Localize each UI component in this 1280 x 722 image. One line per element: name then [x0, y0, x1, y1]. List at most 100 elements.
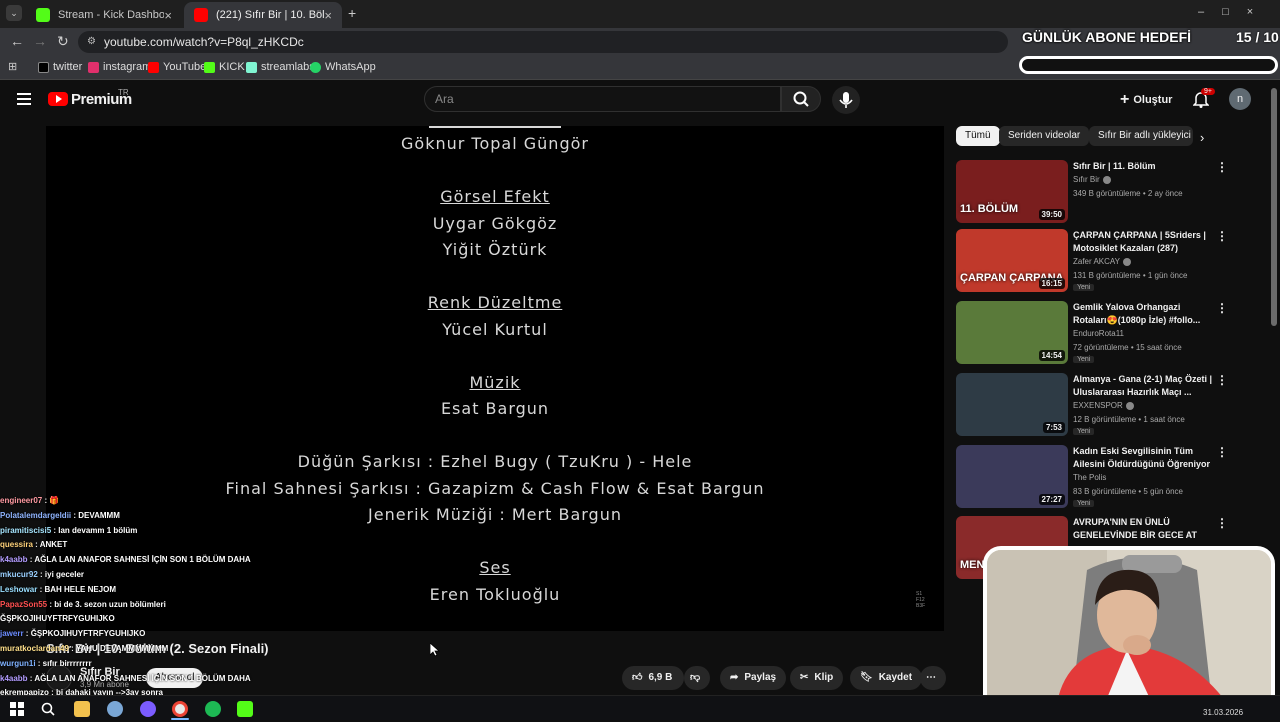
stream-chat-overlay: engineer07 : 🎁 Polatalemdargeldii : DEVAM… [0, 494, 300, 716]
chevron-right-icon[interactable]: › [1200, 130, 1204, 145]
video-title[interactable]: Sıfır Bir | 11. Bölüm [1073, 160, 1213, 173]
video-title[interactable]: Gemlik Yalova Orhangazi Rotaları😍(1080p … [1073, 301, 1213, 327]
youtube-header: Premium TR Ara + Oluştur 9+ n [0, 80, 1270, 120]
chat-username: k4aabb [0, 555, 28, 565]
clip-button[interactable]: ✂ Klip [790, 666, 844, 690]
chat-username: mkucur92 [0, 569, 38, 579]
chat-separator: : [35, 658, 43, 668]
recommended-video[interactable]: 11. BÖLÜM 39:50 Sıfır Bir | 11. Bölüm Sıfır… [956, 160, 1228, 226]
avatar[interactable]: n [1229, 88, 1251, 110]
browser-tab-youtube[interactable]: (221) Sıfır Bir | 10. Bölüm (2. Se × [184, 2, 342, 28]
search-input[interactable]: Ara [424, 86, 781, 112]
bookmark-youtube[interactable]: YouTube [148, 61, 206, 73]
apps-icon[interactable]: ⊞ [8, 60, 17, 73]
chat-message: wurgun1i : sıfır birrrrrrrr [0, 657, 300, 672]
save-button[interactable]: 🔖︎ Kaydet [850, 666, 923, 690]
video-title[interactable]: Kadın Eski Sevgilisinin Tüm Ailesini Öld… [1073, 445, 1213, 471]
chat-text: YAHU DEVAMMMMMMM [75, 643, 169, 653]
recommended-video[interactable]: ÇARPAN ÇARPANA 16:15 ÇARPAN ÇARPANA | 5Sri… [956, 229, 1228, 295]
credit-line: Göknur Topal Güngör [401, 134, 589, 153]
bookmark-twitter[interactable]: twitter [38, 61, 82, 73]
video-channel[interactable]: EnduroRota11 [1073, 329, 1124, 338]
more-vert-icon[interactable]: ⋮ [1216, 445, 1228, 459]
like-button[interactable]: 👍︎ 6,9 B [622, 666, 684, 690]
video-channel[interactable]: The Polis [1073, 473, 1106, 482]
channel-label: EnduroRota11 [1073, 329, 1124, 338]
discord-icon[interactable] [140, 701, 156, 717]
plus-icon: + [1120, 91, 1130, 108]
video-thumbnail[interactable]: 14:54 [956, 301, 1068, 364]
video-channel[interactable]: Zafer AKCAY [1073, 257, 1131, 266]
bookmark-streamlabs[interactable]: streamlabs [246, 61, 315, 73]
taskbar-date: 31.03.2026 [1203, 708, 1244, 717]
bookmark-whatsapp[interactable]: WhatsApp [310, 61, 376, 73]
youtube-icon [148, 61, 159, 73]
back-icon[interactable]: ← [10, 33, 24, 49]
whatsapp-icon [310, 61, 321, 73]
chat-message: Leshowar : BAH HELE NEJOM [0, 583, 300, 598]
more-actions-button[interactable]: ⋯ [920, 666, 946, 690]
close-icon[interactable]: × [324, 8, 332, 23]
search-icon[interactable] [40, 701, 56, 717]
video-thumbnail[interactable]: 11. BÖLÜM 39:50 [956, 160, 1068, 223]
video-thumbnail[interactable]: 7:53 [956, 373, 1068, 436]
youtube-logo-icon[interactable] [48, 92, 68, 106]
windows-start-icon[interactable] [9, 701, 25, 717]
more-vert-icon[interactable]: ⋮ [1216, 373, 1228, 387]
more-vert-icon[interactable]: ⋮ [1216, 229, 1228, 243]
chip-uploader[interactable]: Sıfır Bir adlı yükleyici [1089, 126, 1193, 146]
video-thumbnail[interactable]: ÇARPAN ÇARPANA 16:15 [956, 229, 1068, 292]
verified-icon [1122, 257, 1131, 266]
verified-icon [1102, 175, 1111, 184]
new-tab-button[interactable]: + [348, 5, 356, 21]
share-button[interactable]: ➦ Paylaş [720, 666, 787, 690]
spotify-icon[interactable] [205, 701, 221, 717]
bookmark-kick[interactable]: KICK [204, 61, 245, 73]
chat-message: ĞŞPKOJIHUYFTRFYGUHIJKO [0, 612, 300, 627]
more-vert-icon[interactable]: ⋮ [1216, 301, 1228, 315]
chat-message: jawerr : ĞŞPKOJIHUYFTRFYGUHIJKO [0, 627, 300, 642]
recommended-video[interactable]: 7:53 Almanya - Gana (2-1) Maç Özeti | Ulu… [956, 373, 1228, 439]
video-channel[interactable]: EXXENSPOR [1073, 401, 1134, 410]
chip-series[interactable]: Seriden videolar [999, 126, 1090, 146]
chat-message: mkucur92 : iyi geceler [0, 568, 300, 583]
page-scrollbar[interactable] [1271, 88, 1277, 326]
more-vert-icon[interactable]: ⋮ [1216, 516, 1228, 530]
chat-separator: : [32, 540, 40, 550]
recommended-video[interactable]: 14:54 Gemlik Yalova Orhangazi Rotaları😍(1… [956, 301, 1228, 367]
url-input[interactable]: ⚙ youtube.com/watch?v=P8ql_zHKCDc [78, 31, 1008, 53]
browser-tab-kick[interactable]: Stream - Kick Dashboard × [26, 2, 182, 28]
channel-label: Zafer AKCAY [1073, 257, 1120, 266]
recommended-video[interactable]: 27:27 Kadın Eski Sevgilisinin Tüm Ailesin… [956, 445, 1228, 511]
new-badge: Yeni [1073, 428, 1095, 435]
window-controls[interactable]: –□× [1198, 6, 1271, 18]
video-thumbnail[interactable]: 27:27 [956, 445, 1068, 508]
search-button[interactable] [781, 86, 821, 112]
close-icon[interactable]: × [164, 8, 172, 23]
video-meta: 349 B görüntüleme • 2 ay önce [1073, 189, 1183, 198]
video-title[interactable]: AVRUPA'NIN EN ÜNLÜ GENELEVİNDE BİR GECE … [1073, 516, 1213, 542]
chat-message: engineer07 : 🎁 [0, 494, 300, 509]
voice-search-button[interactable] [832, 86, 860, 114]
reload-icon[interactable]: ↻ [57, 33, 69, 50]
kick-app-icon[interactable] [237, 701, 253, 717]
video-title[interactable]: Almanya - Gana (2-1) Maç Özeti | Uluslar… [1073, 373, 1213, 399]
menu-icon[interactable] [17, 93, 31, 105]
chat-separator: : [68, 643, 76, 653]
file-explorer-icon[interactable] [74, 701, 90, 717]
tab-search-icon[interactable]: ⌄ [6, 5, 22, 21]
bookmark-instagram[interactable]: instagram [88, 61, 151, 73]
site-info-icon[interactable]: ⚙ [87, 31, 96, 53]
dislike-button[interactable]: 👎︎ [684, 666, 710, 690]
video-title[interactable]: ÇARPAN ÇARPANA | 5Sriders | Motosiklet K… [1073, 229, 1213, 255]
chat-message: quessira : ANKET [0, 538, 300, 553]
chrome-icon[interactable] [172, 701, 188, 717]
chip-all[interactable]: Tümü [956, 126, 1000, 146]
credit-line: Düğün Şarkısı : Ezhel Bugy ( TzuKru ) - … [297, 452, 693, 471]
forward-icon[interactable]: → [33, 33, 47, 49]
channel-label: EXXENSPOR [1073, 401, 1123, 410]
create-button[interactable]: + Oluştur [1120, 91, 1172, 109]
more-vert-icon[interactable]: ⋮ [1216, 160, 1228, 174]
app-icon[interactable] [107, 701, 123, 717]
video-channel[interactable]: Sıfır Bir [1073, 175, 1111, 184]
